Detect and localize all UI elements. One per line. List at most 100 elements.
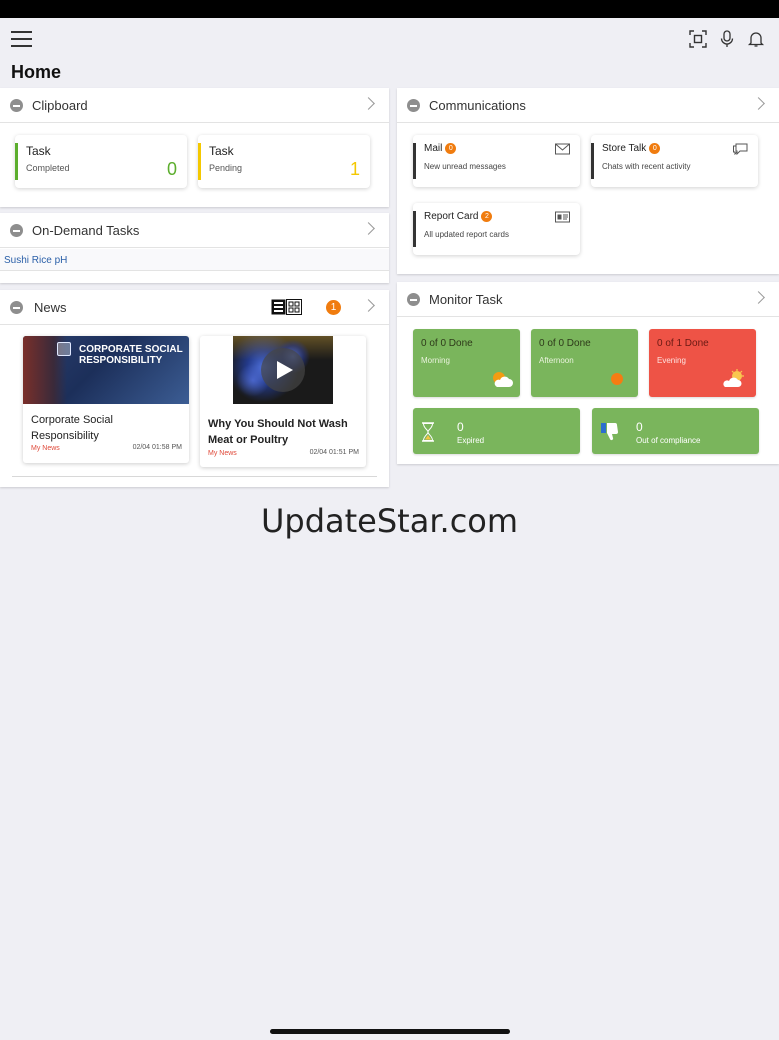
mail-tile[interactable]: Mail 0 New unread messages [413, 135, 580, 187]
tile-title: Report Card 2 [424, 211, 493, 222]
tile-subtitle: New unread messages [424, 162, 506, 171]
task-link[interactable]: Sushi Rice pH [4, 255, 67, 266]
news-thumbnail: CORPORATE SOCIAL RESPONSIBILITY [23, 336, 189, 404]
communications-header: Communications [397, 88, 779, 123]
touch-icon [57, 342, 71, 356]
tile-title-text: Store Talk [602, 143, 647, 154]
tile-title-text: Report Card [424, 211, 479, 222]
tile-title-text: Mail [424, 143, 443, 154]
compliance-count: 0 [636, 420, 643, 434]
microphone-icon[interactable] [718, 30, 736, 48]
cloud-sun-icon [723, 369, 744, 387]
news-date: 02/04 01:58 PM [132, 444, 182, 451]
chevron-right-icon[interactable] [752, 291, 765, 304]
menu-icon[interactable] [11, 31, 32, 48]
chat-icon [733, 143, 748, 155]
shift-name: Afternoon [539, 356, 574, 365]
status-bar-indicator [15, 143, 18, 180]
expired-count: 0 [457, 420, 464, 434]
tile-subtitle: All updated report cards [424, 230, 509, 239]
bell-icon[interactable] [747, 30, 765, 48]
collapse-icon[interactable] [10, 301, 23, 314]
news-source: My News [208, 450, 237, 457]
collapse-icon[interactable] [407, 99, 420, 112]
collapse-icon[interactable] [10, 224, 23, 237]
monitor-task-card: Monitor Task 0 of 0 Done Morning 0 of 0 … [397, 282, 779, 464]
shift-name: Evening [657, 356, 686, 365]
hourglass-icon [422, 422, 434, 442]
status-bar [0, 0, 779, 18]
count-badge: 0 [445, 143, 457, 154]
thumbnail-text: CORPORATE SOCIAL RESPONSIBILITY [79, 344, 183, 366]
chevron-right-icon[interactable] [362, 222, 375, 235]
chevron-right-icon[interactable] [752, 97, 765, 110]
shift-progress: 0 of 1 Done [657, 338, 709, 349]
news-item[interactable]: CORPORATE SOCIAL RESPONSIBILITY Corporat… [23, 336, 189, 463]
page-title: Home [11, 62, 62, 82]
expired-tile[interactable]: 0 Expired [413, 408, 580, 454]
home-indicator[interactable] [270, 1029, 510, 1034]
shift-progress: 0 of 0 Done [421, 338, 473, 349]
tile-title: Store Talk 0 [602, 143, 661, 154]
thumbs-down-icon [601, 423, 618, 441]
news-title: Corporate Social Responsibility [31, 414, 113, 442]
view-toggle-icon[interactable] [271, 299, 302, 315]
play-button[interactable] [261, 348, 305, 392]
tile-subtitle: Completed [26, 163, 70, 173]
tile-subtitle: Chats with recent activity [602, 162, 691, 171]
watermark: UpdateStar.com [260, 502, 519, 540]
collapse-icon[interactable] [407, 293, 420, 306]
news-source: My News [31, 445, 60, 452]
card-title: Communications [429, 98, 526, 113]
status-bar-indicator [198, 143, 201, 180]
news-thumbnail [233, 336, 333, 404]
news-count-badge: 1 [326, 300, 341, 315]
id-card-icon [555, 211, 570, 223]
task-pending-tile[interactable]: Task Pending 1 [198, 135, 370, 188]
tile-title: Mail 0 [424, 143, 457, 154]
news-item[interactable]: Why You Should Not Wash Meat or Poultry … [200, 336, 366, 467]
tile-accent [413, 211, 416, 247]
card-title: On-Demand Tasks [32, 223, 140, 238]
tile-accent [591, 143, 594, 179]
list-item[interactable]: Sushi Rice pH [0, 249, 389, 271]
tile-count: 0 [166, 159, 177, 179]
envelope-icon [555, 143, 570, 155]
scan-icon[interactable] [689, 30, 707, 48]
tile-title: Task [209, 144, 234, 158]
sun-icon [611, 373, 623, 385]
chevron-right-icon[interactable] [362, 299, 375, 312]
monitor-task-header: Monitor Task [397, 282, 779, 317]
count-badge: 0 [649, 143, 661, 154]
compliance-label: Out of compliance [636, 436, 701, 445]
tile-accent [413, 143, 416, 179]
evening-shift-tile[interactable]: 0 of 1 Done Evening [649, 329, 756, 397]
news-card: News 1 CORPORATE SOCIAL RESPONSIBILITY C… [0, 290, 389, 487]
card-title: News [34, 300, 67, 315]
clipboard-card: Clipboard Task Completed 0 Task Pending … [0, 88, 389, 207]
morning-shift-tile[interactable]: 0 of 0 Done Morning [413, 329, 520, 397]
shift-name: Morning [421, 356, 450, 365]
card-title: Monitor Task [429, 292, 503, 307]
chevron-right-icon[interactable] [362, 97, 375, 110]
store-talk-tile[interactable]: Store Talk 0 Chats with recent activity [591, 135, 758, 187]
afternoon-shift-tile[interactable]: 0 of 0 Done Afternoon [531, 329, 638, 397]
divider [12, 476, 377, 477]
news-title: Why You Should Not Wash Meat or Poultry [208, 418, 348, 446]
report-card-tile[interactable]: Report Card 2 All updated report cards [413, 203, 580, 255]
shift-progress: 0 of 0 Done [539, 338, 591, 349]
out-of-compliance-tile[interactable]: 0 Out of compliance [592, 408, 759, 454]
count-badge: 2 [481, 211, 493, 222]
card-title: Clipboard [32, 98, 88, 113]
collapse-icon[interactable] [10, 99, 23, 112]
news-date: 02/04 01:51 PM [309, 449, 359, 456]
partly-cloudy-icon [493, 372, 513, 387]
on-demand-tasks-card: On-Demand Tasks Sushi Rice pH [0, 213, 389, 283]
top-bar [0, 18, 779, 62]
clipboard-header: Clipboard [0, 88, 389, 123]
expired-label: Expired [457, 436, 485, 445]
news-header: News 1 [0, 290, 389, 325]
play-icon [277, 361, 293, 379]
communications-card: Communications Mail 0 New unread messages… [397, 88, 779, 274]
task-completed-tile[interactable]: Task Completed 0 [15, 135, 187, 188]
